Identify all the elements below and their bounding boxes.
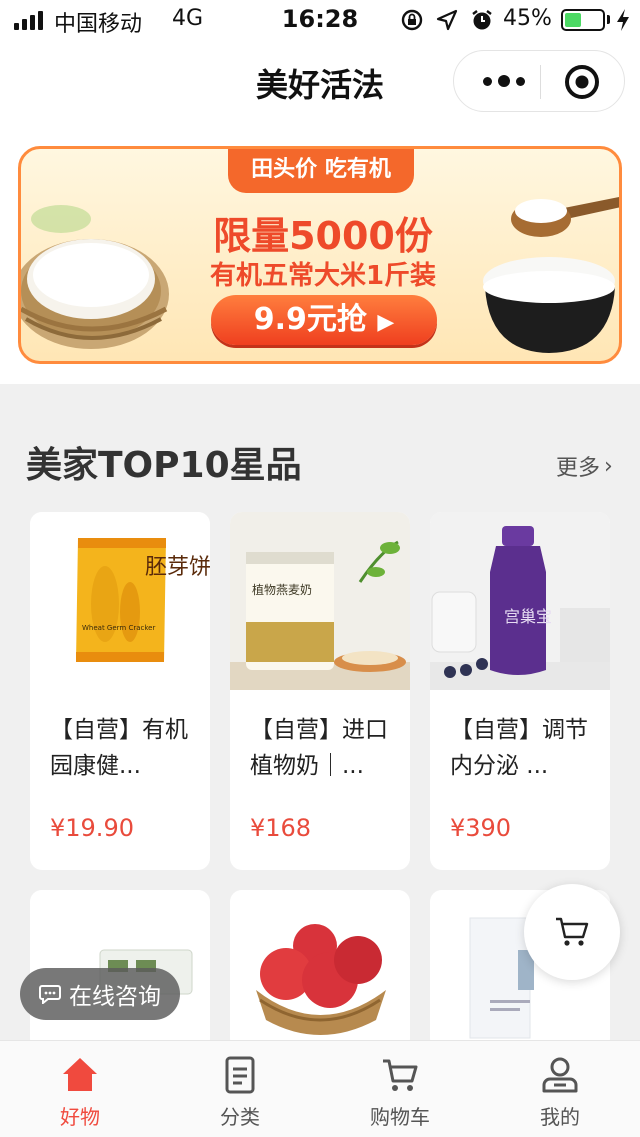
tab-home[interactable]: 好物 [0,1041,160,1137]
tab-mine[interactable]: 我的 [480,1041,640,1137]
battery-icon [561,9,605,31]
alarm-icon [472,10,492,30]
charging-icon [617,9,629,31]
online-consult-label: 在线咨询 [69,984,161,1010]
online-consult-button[interactable]: 在线咨询 [20,968,180,1020]
cart-icon [556,917,589,946]
tab-label: 购物车 [370,1105,430,1129]
user-icon [542,1057,578,1093]
banner-cta-button[interactable]: 9.9元抢 ▶ [211,295,437,345]
product-name: 【自营】进口植物奶｜... [250,717,388,779]
product-name: 【自营】调节内分泌 ... [450,717,588,779]
product-price: ¥168 [250,814,312,842]
home-icon [63,1058,97,1091]
product-image-text: 宫巢宝 [504,607,552,626]
tab-label: 我的 [540,1105,580,1129]
battery-tip [607,15,610,24]
battery-percent: 45% [503,6,552,31]
product-image: 宫巢宝 [430,512,610,690]
battery-level [565,13,582,27]
product-name: 【自营】有机园康健... [50,717,188,779]
product-image [230,890,410,1050]
product-image-text: 胚芽饼 [145,555,210,580]
rice-bowl-image [483,197,619,353]
product-card[interactable]: 胚芽饼 Wheat Germ Cracker 【自营】有机园康健... ¥19.… [30,512,210,870]
list-icon [225,1056,255,1094]
product-image-text-en: Wheat Germ Cracker [82,624,155,632]
tab-label: 好物 [60,1105,100,1129]
floating-cart-button[interactable] [524,884,620,980]
more-link[interactable]: 更多 › [556,450,613,482]
banner-cta-label: 9.9元抢 [253,302,367,337]
product-price: ¥19.90 [50,814,134,842]
product-image: 植物燕麦奶 [230,512,410,690]
tab-bar: 好物 分类 购物车 我的 [0,1040,640,1137]
more-label: 更多 [556,456,601,481]
tab-category[interactable]: 分类 [160,1041,320,1137]
section-title: 美家TOP10星品 [26,445,302,486]
location-arrow-icon [436,9,458,31]
product-card[interactable] [230,890,410,1050]
nav-bar: 美好活法 [0,40,640,128]
banner-area: 田头价 吃有机 限量5000份 有机五常大米1斤装 9.9元抢 ▶ [0,128,640,384]
product-card[interactable]: 宫巢宝 【自营】调节内分泌 ... ¥390 [430,512,610,870]
cart-icon [383,1059,418,1091]
system-icons [400,8,494,32]
play-triangle-icon: ▶ [377,310,395,335]
close-circle-icon[interactable] [564,64,600,100]
tab-label: 分类 [220,1105,260,1129]
product-image-text: 植物燕麦奶 [252,582,312,597]
product-price: ¥390 [450,814,512,842]
product-image: 胚芽饼 Wheat Germ Cracker [30,512,210,690]
product-card[interactable]: 植物燕麦奶 【自营】进口植物奶｜... ¥168 [230,512,410,870]
chat-bubble-icon [39,985,61,1004]
capsule-divider [540,65,541,99]
mini-program-capsule [453,50,625,112]
chevron-right-icon: › [604,453,613,479]
more-dots-icon[interactable] [474,67,534,95]
banner-tag: 田头价 吃有机 [228,149,414,193]
lock-rotation-icon [401,9,423,31]
promo-banner[interactable]: 田头价 吃有机 限量5000份 有机五常大米1斤装 9.9元抢 ▶ [18,146,622,364]
status-bar: 中国移动 4G 16:28 45% [0,0,640,40]
tab-cart[interactable]: 购物车 [320,1041,480,1137]
